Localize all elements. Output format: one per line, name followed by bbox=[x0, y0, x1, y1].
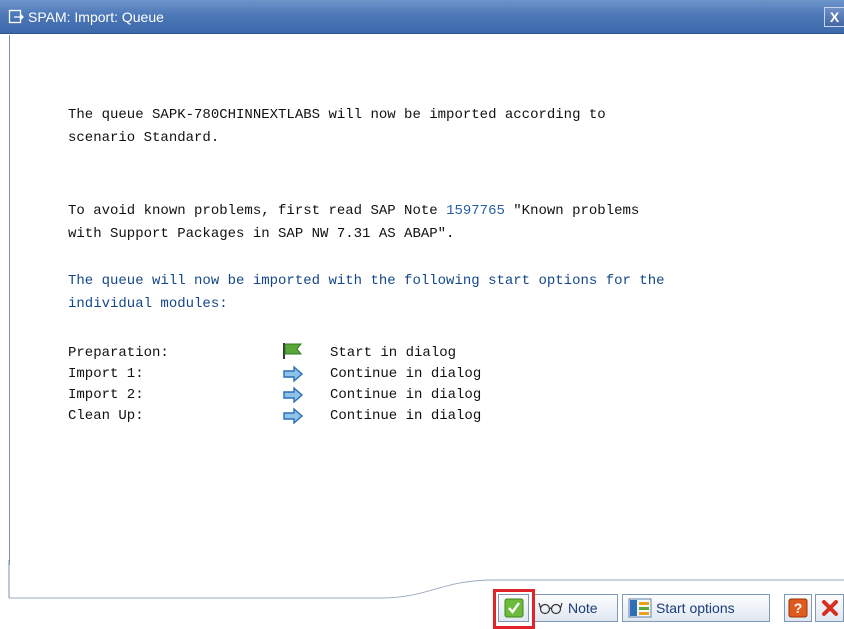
option-label: Import 2: bbox=[68, 387, 144, 403]
dialog-icon bbox=[8, 9, 24, 24]
sap-note-link[interactable]: 1597765 bbox=[446, 203, 505, 219]
cancel-icon bbox=[821, 600, 838, 616]
help-icon: ? bbox=[788, 598, 808, 618]
option-label: Preparation: bbox=[68, 345, 169, 361]
message-area: The queue SAPK-780CHINNEXTLABS will now … bbox=[9, 35, 844, 565]
help-button[interactable]: ? bbox=[784, 594, 812, 622]
window-title-bar: SPAM: Import: Queue X bbox=[0, 0, 844, 34]
note-prefix: To avoid known problems, first read SAP … bbox=[68, 203, 447, 219]
note-message-line-1: To avoid known problems, first read SAP … bbox=[68, 201, 639, 222]
start-options-button-label: Start options bbox=[656, 600, 735, 616]
option-value: Continue in dialog bbox=[330, 387, 482, 403]
svg-text:?: ? bbox=[794, 600, 803, 616]
note-suffix: "Known problems bbox=[504, 203, 640, 219]
window-title: SPAM: Import: Queue bbox=[28, 9, 164, 25]
close-button[interactable]: X bbox=[824, 7, 844, 27]
queue-message-line-2: scenario Standard. bbox=[68, 130, 220, 146]
note-message-line-2: with Support Packages in SAP NW 7.31 AS … bbox=[68, 226, 455, 242]
start-options-button[interactable]: Start options bbox=[622, 594, 770, 622]
note-button-label: Note bbox=[568, 600, 598, 616]
blue-arrow-right-icon bbox=[283, 407, 304, 425]
queue-message-line-1: The queue SAPK-780CHINNEXTLABS will now … bbox=[68, 107, 606, 123]
option-label: Import 1: bbox=[68, 366, 144, 382]
option-value: Continue in dialog bbox=[330, 408, 482, 424]
close-icon: X bbox=[829, 9, 840, 25]
cancel-button[interactable] bbox=[815, 594, 844, 622]
options-intro-line-1: The queue will now be imported with the … bbox=[68, 273, 665, 289]
start-options-icon bbox=[628, 598, 652, 618]
option-value: Start in dialog bbox=[330, 345, 457, 361]
option-value: Continue in dialog bbox=[330, 366, 482, 382]
blue-arrow-right-icon bbox=[283, 365, 304, 383]
options-intro-line-2: individual modules: bbox=[68, 296, 228, 312]
confirm-button-highlight bbox=[493, 589, 535, 629]
green-flag-icon bbox=[283, 343, 303, 359]
note-button[interactable]: Note bbox=[532, 594, 618, 622]
option-label: Clean Up: bbox=[68, 408, 144, 424]
blue-arrow-right-icon bbox=[283, 386, 304, 404]
